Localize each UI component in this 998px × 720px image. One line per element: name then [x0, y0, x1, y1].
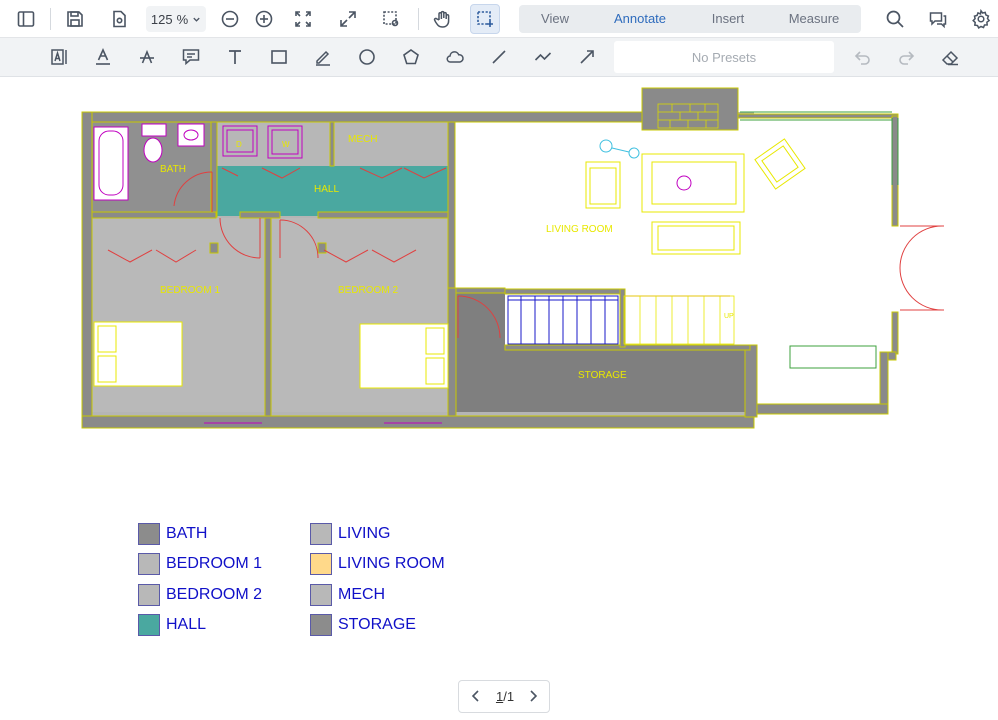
legend-swatch-mech: [310, 584, 332, 606]
rectangle-icon[interactable]: [264, 42, 294, 72]
total-pages: 1: [506, 689, 515, 704]
legend-label-living: LIVING: [338, 525, 391, 542]
chevron-down-icon: [193, 17, 200, 22]
label-bath: BATH: [160, 164, 186, 175]
zoom-out-icon[interactable]: [215, 4, 245, 34]
select-region-icon[interactable]: [470, 4, 500, 34]
label-bedroom-2: BEDROOM 2: [338, 285, 398, 296]
redo-icon[interactable]: [891, 42, 921, 72]
legend-label-living-room: LIVING ROOM: [338, 555, 445, 572]
text-tool-icon[interactable]: [220, 42, 250, 72]
undo-icon[interactable]: [848, 42, 878, 72]
sticky-note-icon[interactable]: [176, 42, 206, 72]
legend-swatch-bath: [138, 523, 160, 545]
legend-label-bedroom-1: BEDROOM 1: [166, 555, 263, 572]
label-washer: W: [282, 140, 290, 149]
zoom-value: 125: [150, 11, 173, 27]
legend-swatch-living-room: [310, 553, 332, 575]
search-icon[interactable]: [880, 4, 910, 34]
underline-icon[interactable]: [88, 42, 118, 72]
label-storage: STORAGE: [578, 370, 627, 381]
mode-tabs: View Annotate Insert Measure: [519, 5, 861, 33]
zoom-dropdown[interactable]: 125%: [146, 6, 206, 32]
free-text-annotation-icon[interactable]: [44, 42, 74, 72]
line-icon[interactable]: [484, 42, 514, 72]
presets-dropdown[interactable]: No Presets: [614, 41, 834, 73]
cloud-icon[interactable]: [440, 42, 470, 72]
page-indicator[interactable]: 1/1: [489, 681, 521, 712]
fullscreen-icon[interactable]: [333, 4, 363, 34]
zoom-unit: %: [176, 11, 189, 27]
legend-swatch-bedroom-2: [138, 584, 160, 606]
ellipse-icon[interactable]: [352, 42, 382, 72]
label-bedroom-1: BEDROOM 1: [160, 285, 220, 296]
annotation-toolbar: No Presets: [0, 38, 998, 77]
zoom-in-icon[interactable]: [249, 4, 279, 34]
sidebar-toggle-icon[interactable]: [11, 4, 41, 34]
freehand-pen-icon[interactable]: [308, 42, 338, 72]
legend-swatch-storage: [310, 614, 332, 636]
polyline-icon[interactable]: [528, 42, 558, 72]
chevron-left-icon[interactable]: [468, 688, 484, 704]
chevron-right-icon[interactable]: [525, 688, 541, 704]
pan-hand-icon[interactable]: [427, 4, 457, 34]
save-icon[interactable]: [60, 4, 90, 34]
polygon-icon[interactable]: [396, 42, 426, 72]
tab-measure[interactable]: Measure: [767, 5, 861, 33]
gear-icon[interactable]: [966, 4, 996, 34]
label-mech: MECH: [348, 134, 377, 145]
label-up: UP: [724, 313, 734, 320]
label-living-room: LIVING ROOM: [546, 224, 613, 235]
strikeout-icon[interactable]: [132, 42, 162, 72]
tab-view[interactable]: View: [519, 5, 591, 33]
comments-icon[interactable]: [923, 4, 953, 34]
legend-label-bath: BATH: [166, 525, 208, 542]
file-settings-icon[interactable]: [104, 4, 134, 34]
legend-label-storage: STORAGE: [338, 616, 416, 633]
label-dryer: D: [236, 140, 242, 149]
tab-annotate[interactable]: Annotate: [591, 5, 689, 33]
fit-page-icon[interactable]: [288, 4, 318, 34]
legend-label-bedroom-2: BEDROOM 2: [166, 586, 263, 603]
page-navigator: 1/1: [458, 680, 550, 713]
label-hall: HALL: [314, 184, 339, 195]
legend-label-mech: MECH: [338, 586, 386, 603]
marquee-zoom-icon[interactable]: [376, 4, 406, 34]
tab-insert[interactable]: Insert: [689, 5, 767, 33]
legend-swatch-bedroom-1: [138, 553, 160, 575]
eraser-icon[interactable]: [935, 42, 965, 72]
legend-label-hall: HALL: [166, 616, 207, 633]
arrow-icon[interactable]: [572, 42, 602, 72]
main-toolbar: 125% View Annotate Insert Measure: [0, 0, 998, 38]
floor-plan-drawing: BATH MECH HALL LIVING ROOM BEDROOM 1 BED…: [81, 87, 944, 429]
legend-swatch-hall: [138, 614, 160, 636]
legend-swatch-living: [310, 523, 332, 545]
